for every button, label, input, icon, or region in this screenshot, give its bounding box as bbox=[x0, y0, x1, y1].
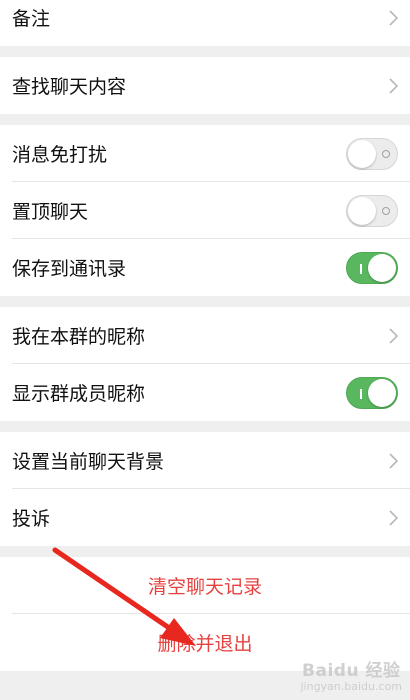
chevron-right-icon bbox=[384, 451, 398, 471]
toggle-off-icon bbox=[382, 206, 390, 215]
sticky-on-top-label: 置顶聊天 bbox=[12, 201, 89, 223]
group-actions: 清空聊天记录 删除并退出 bbox=[0, 557, 410, 671]
toggle-off-icon bbox=[382, 149, 390, 158]
report-label: 投诉 bbox=[12, 508, 51, 530]
chevron-right-icon bbox=[384, 76, 398, 96]
chevron-right-icon bbox=[384, 8, 398, 28]
save-to-contacts-toggle[interactable] bbox=[346, 251, 398, 284]
toggle-knob bbox=[368, 378, 396, 407]
chevron-right-icon bbox=[384, 326, 398, 346]
group-nickname: 我在本群的昵称 显示群成员昵称 bbox=[0, 307, 410, 421]
search-chat-content-row[interactable]: 查找聊天内容 bbox=[0, 57, 410, 114]
toggle-knob bbox=[348, 196, 376, 225]
mute-notifications-toggle[interactable] bbox=[346, 137, 398, 170]
search-chat-content-label: 查找聊天内容 bbox=[12, 76, 127, 98]
sticky-on-top-row: 置顶聊天 bbox=[0, 182, 410, 239]
save-to-contacts-label: 保存到通讯录 bbox=[12, 258, 127, 280]
show-member-nicknames-row: 显示群成员昵称 bbox=[0, 364, 410, 421]
toggle-knob bbox=[368, 253, 396, 282]
my-group-nickname-label: 我在本群的昵称 bbox=[12, 326, 146, 348]
clear-chat-history-button[interactable]: 清空聊天记录 bbox=[0, 557, 410, 614]
save-to-contacts-row: 保存到通讯录 bbox=[0, 239, 410, 296]
my-group-nickname-row[interactable]: 我在本群的昵称 bbox=[0, 307, 410, 364]
group-background-report: 设置当前聊天背景 投诉 bbox=[0, 432, 410, 546]
remark-row[interactable]: 备注 bbox=[0, 0, 410, 46]
toggle-knob bbox=[348, 139, 376, 168]
show-member-nicknames-toggle[interactable] bbox=[346, 376, 398, 409]
settings-page: 备注 查找聊天内容 消息免打扰 置顶聊天 保存到通讯录 我在本群的昵称 显示群成… bbox=[0, 0, 410, 671]
sticky-on-top-toggle[interactable] bbox=[346, 194, 398, 227]
toggle-on-icon bbox=[360, 388, 362, 399]
group-chat-options: 消息免打扰 置顶聊天 保存到通讯录 bbox=[0, 125, 410, 296]
watermark-brand: Baidu 经验 bbox=[302, 661, 401, 681]
mute-notifications-label: 消息免打扰 bbox=[12, 144, 108, 166]
group-search: 查找聊天内容 bbox=[0, 57, 410, 114]
chat-background-label: 设置当前聊天背景 bbox=[12, 451, 165, 473]
toggle-on-icon bbox=[360, 263, 362, 274]
watermark-url: jingyan.baidu.com bbox=[300, 680, 402, 693]
show-member-nicknames-label: 显示群成员昵称 bbox=[12, 383, 146, 405]
report-row[interactable]: 投诉 bbox=[0, 489, 410, 546]
group-remark: 备注 bbox=[0, 0, 410, 46]
mute-notifications-row: 消息免打扰 bbox=[0, 125, 410, 182]
remark-label: 备注 bbox=[12, 8, 51, 30]
chevron-right-icon bbox=[384, 508, 398, 528]
chat-background-row[interactable]: 设置当前聊天背景 bbox=[0, 432, 410, 489]
watermark: Baidu 经验 jingyan.baidu.com bbox=[300, 661, 402, 694]
